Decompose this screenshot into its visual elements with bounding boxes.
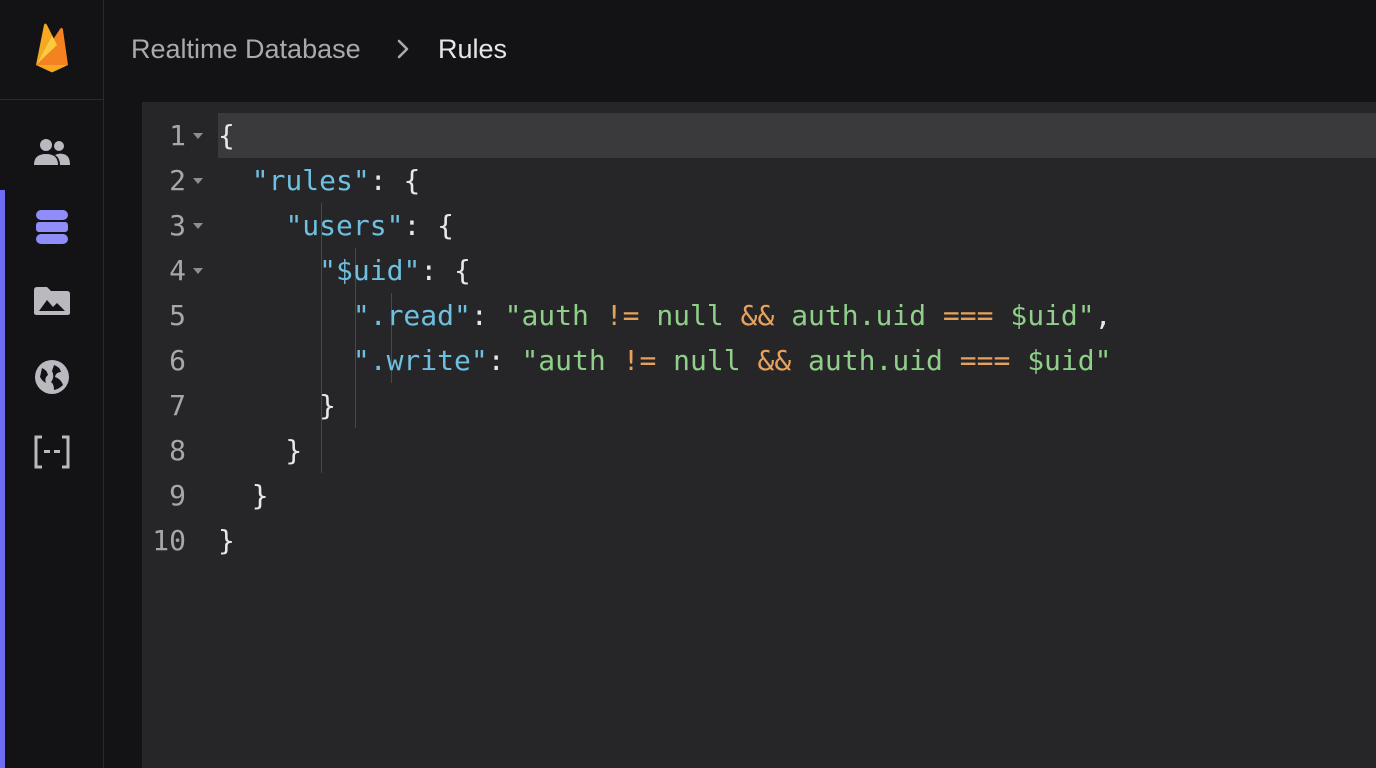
code-token: : { xyxy=(420,254,471,287)
code-line[interactable]: "rules": { xyxy=(218,158,421,203)
code-token: "rules" xyxy=(251,164,370,197)
code-token: "auth xyxy=(504,299,606,332)
breadcrumb-current: Rules xyxy=(438,34,508,64)
code-token: && xyxy=(757,344,792,377)
code-token: , xyxy=(1094,299,1112,332)
code-token: "users" xyxy=(285,209,404,242)
line-number: 9 xyxy=(169,479,186,512)
logo-area xyxy=(0,0,104,100)
code-token: auth.uid xyxy=(774,299,943,332)
code-token: ".read" xyxy=(352,299,471,332)
line-number: 1 xyxy=(169,119,186,152)
code-line[interactable]: ".read": "auth != null && auth.uid === $… xyxy=(218,293,1112,338)
line-number: 10 xyxy=(152,524,186,557)
code-line[interactable]: } xyxy=(218,518,235,563)
code-token: } xyxy=(218,524,235,557)
storage-icon[interactable] xyxy=(28,277,76,325)
code-token: : xyxy=(487,344,522,377)
fold-toggle-icon[interactable] xyxy=(192,113,204,158)
code-token: { xyxy=(218,119,235,152)
code-token: : { xyxy=(369,164,421,197)
line-number: 7 xyxy=(169,389,186,422)
fold-toggle-icon[interactable] xyxy=(192,248,204,293)
header: Realtime Database Rules xyxy=(104,0,1376,100)
line-number: 2 xyxy=(169,164,186,197)
app-window: Realtime Database Rules 1 2 3 4 5 6 7 8 9 10 { "r… xyxy=(0,0,1376,768)
breadcrumb-parent-link[interactable]: Realtime Database xyxy=(131,32,361,66)
code-line[interactable]: } xyxy=(218,383,336,428)
code-token: } xyxy=(218,479,269,512)
line-number: 6 xyxy=(169,344,186,377)
code-line[interactable]: "$uid": { xyxy=(218,248,471,293)
code-token: ".write" xyxy=(352,344,488,377)
code-token: "auth xyxy=(521,344,623,377)
code-token: } xyxy=(218,434,303,467)
hosting-icon[interactable] xyxy=(28,353,76,401)
code-token: $uid" xyxy=(993,299,1095,332)
fold-toggle-icon[interactable] xyxy=(192,158,204,203)
firebase-logo-icon[interactable] xyxy=(33,21,71,78)
line-number: 5 xyxy=(169,299,186,332)
database-icon[interactable] xyxy=(28,203,76,251)
code-line[interactable]: ".write": "auth != null && auth.uid === … xyxy=(218,338,1112,383)
code-token: } xyxy=(218,389,337,422)
line-number-gutter: 1 2 3 4 5 6 7 8 9 10 xyxy=(142,102,211,768)
code-token: != xyxy=(605,299,640,332)
code-line[interactable]: { xyxy=(218,113,235,158)
code-token: === xyxy=(959,344,1011,377)
code-token: auth.uid xyxy=(791,344,960,377)
rules-editor[interactable]: 1 2 3 4 5 6 7 8 9 10 { "rules": { "users": { "$ui… xyxy=(142,102,1376,768)
users-icon[interactable] xyxy=(28,128,76,176)
code-token: && xyxy=(740,299,775,332)
chevron-right-icon xyxy=(396,34,410,72)
active-nav-indicator xyxy=(0,190,5,768)
line-number: 4 xyxy=(169,254,186,287)
code-token: : { xyxy=(403,209,455,242)
code-token: "$uid" xyxy=(319,254,421,287)
code-line[interactable]: } xyxy=(218,428,302,473)
functions-icon[interactable] xyxy=(28,428,76,476)
sidebar xyxy=(0,0,104,768)
code-token: : xyxy=(470,299,505,332)
fold-toggle-icon[interactable] xyxy=(192,203,204,248)
code-token: === xyxy=(942,299,994,332)
code-token: null xyxy=(656,344,758,377)
code-line[interactable]: } xyxy=(218,473,269,518)
line-number: 3 xyxy=(169,209,186,242)
code-line[interactable]: "users": { xyxy=(218,203,454,248)
code-token: != xyxy=(622,344,657,377)
active-line-highlight xyxy=(218,113,1376,158)
code-area[interactable]: { "rules": { "users": { "$uid": { ".read… xyxy=(211,102,1376,768)
code-token: $uid" xyxy=(1010,344,1112,377)
line-number: 8 xyxy=(169,434,186,467)
code-token: null xyxy=(639,299,741,332)
